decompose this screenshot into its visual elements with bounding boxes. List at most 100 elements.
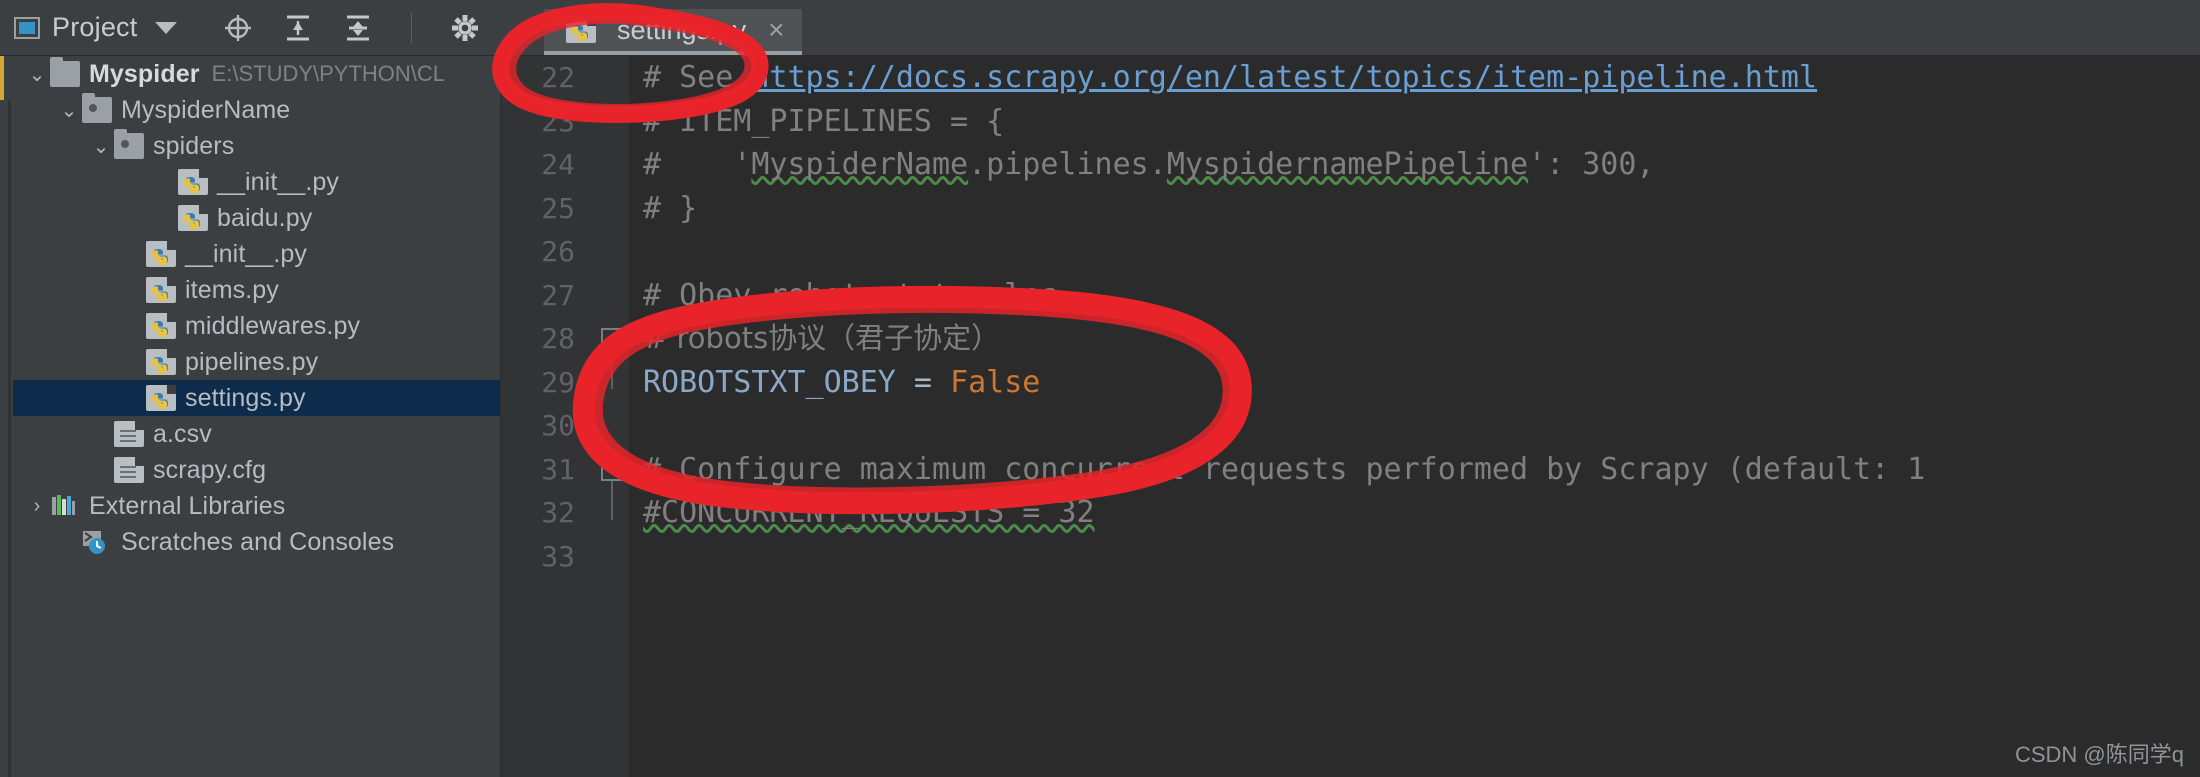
code-line[interactable]: # See https://docs.scrapy.org/en/latest/… <box>629 56 2200 100</box>
tree-item--init-py[interactable]: ›__init__.py <box>0 164 500 200</box>
editor-tab-settings-py[interactable]: settings.py × <box>544 9 803 55</box>
code-line[interactable]: # robots协议（君子协定） <box>629 317 2200 361</box>
code-line[interactable]: # 'MyspiderName.pipelines.MyspidernamePi… <box>629 143 2200 187</box>
tree-item-settings-py[interactable]: ›settings.py <box>0 380 500 416</box>
code-token: MyspiderName <box>751 147 969 182</box>
tree-item-scratches-and-consoles[interactable]: ›Scratches and Consoles <box>0 524 500 560</box>
tree-item-label: baidu.py <box>217 203 313 232</box>
tree-item--init-py[interactable]: ›__init__.py <box>0 236 500 272</box>
code-line[interactable]: ROBOTSTXT_OBEY = False <box>629 361 2200 405</box>
fold-slot[interactable] <box>589 361 629 405</box>
tree-item-label: __init__.py <box>185 239 308 268</box>
code-line[interactable]: # ITEM_PIPELINES = { <box>629 100 2200 144</box>
tree-expand-chevron[interactable]: ⌄ <box>24 62 50 87</box>
fold-slot[interactable] <box>589 230 629 274</box>
editor-tab-row: settings.py × <box>500 0 2200 56</box>
code-line[interactable]: #CONCURRENT_REQUESTS = 32 <box>629 491 2200 535</box>
scrollbar-track[interactable] <box>8 100 11 777</box>
python-file-icon <box>146 277 176 303</box>
line-number: 28 <box>541 322 575 355</box>
fold-collapse-icon[interactable] <box>601 458 623 481</box>
code-token: # ' <box>643 147 752 182</box>
fold-slot[interactable] <box>589 274 629 318</box>
editor-tab-label: settings.py <box>617 14 747 45</box>
csdn-watermark: CSDN @陈同学q <box>2014 742 2184 767</box>
code-token: = <box>895 364 951 400</box>
fold-collapse-icon[interactable] <box>601 328 623 350</box>
tree-item-label: Scratches and Consoles <box>121 527 395 556</box>
code-token: ROBOTSTXT_OBEY <box>643 364 896 400</box>
tree-item-a-csv[interactable]: ›a.csv <box>0 416 500 452</box>
document-icon <box>114 457 144 483</box>
fold-slot[interactable] <box>589 187 629 231</box>
project-path: E:\STUDY\PYTHON\CL <box>211 61 446 86</box>
tree-expand-chevron[interactable]: ⌄ <box>88 134 114 159</box>
tree-item-label: __init__.py <box>217 167 340 196</box>
strip-accent <box>0 56 4 100</box>
collapse-all-icon[interactable] <box>343 13 373 43</box>
tree-item-myspider[interactable]: ⌄ Myspider E:\STUDY\PYTHON\CL <box>0 56 500 92</box>
locate-icon[interactable] <box>223 13 253 43</box>
project-toolwindow-header: Project <box>0 0 500 56</box>
tree-item-external-libraries[interactable]: › External Libraries <box>0 488 500 524</box>
main-area: ⌄ Myspider E:\STUDY\PYTHON\CL ⌄ MyspiderName… <box>0 56 2200 777</box>
code-text-area[interactable]: # See https://docs.scrapy.org/en/latest/… <box>629 56 2200 777</box>
tree-item-baidu-py[interactable]: ›baidu.py <box>0 200 500 236</box>
code-token: False <box>950 364 1041 400</box>
code-folding-column[interactable] <box>589 56 629 777</box>
code-token: # } <box>643 190 698 226</box>
fold-slot[interactable] <box>589 56 629 100</box>
code-line[interactable]: # Obey robots.txt rules <box>629 274 2200 318</box>
tree-item-pipelines-py[interactable]: ›pipelines.py <box>0 344 500 380</box>
tree-item-middlewares-py[interactable]: ›middlewares.py <box>0 308 500 344</box>
folder-icon <box>50 57 80 87</box>
line-number: 30 <box>541 409 575 442</box>
code-token: #CONCURRENT_REQUESTS = 32 <box>643 495 1095 530</box>
code-editor[interactable]: 22 23 24 25 26 27 28 29 30 31 32 33 # See https://d… <box>501 56 2200 777</box>
chevron-down-icon[interactable] <box>155 21 178 34</box>
line-number: 27 <box>541 278 575 312</box>
top-bar: Project settings.py × <box>0 0 2200 56</box>
fold-region-line <box>611 480 613 520</box>
fold-slot[interactable] <box>589 100 629 144</box>
settings-gear-icon[interactable] <box>450 13 480 43</box>
code-token: # robots协议（君子协定） <box>643 321 1001 355</box>
python-file-icon <box>146 241 176 267</box>
line-number: 22 <box>541 61 575 94</box>
tree-item-myspidername[interactable]: ⌄ MyspiderName <box>0 92 500 128</box>
fold-slot[interactable] <box>589 404 629 448</box>
code-token: # Obey robots.txt rules <box>643 277 1059 313</box>
tree-item-spiders[interactable]: ⌄ spiders <box>0 128 500 164</box>
line-number: 25 <box>541 191 575 225</box>
line-number: 33 <box>541 539 575 573</box>
python-file-icon <box>146 349 176 375</box>
code-line[interactable]: # } <box>629 187 2200 231</box>
toolbar-divider <box>411 12 413 43</box>
expand-all-icon[interactable] <box>283 13 313 43</box>
tree-item-label: pipelines.py <box>185 347 319 376</box>
project-window-icon <box>14 16 40 39</box>
tree-expand-chevron[interactable]: › <box>24 495 50 518</box>
code-line[interactable] <box>629 404 2200 448</box>
code-line[interactable] <box>629 535 2200 579</box>
code-line[interactable] <box>629 230 2200 274</box>
fold-slot[interactable] <box>589 535 629 579</box>
scratches-icon <box>82 529 112 555</box>
project-tree-panel[interactable]: ⌄ Myspider E:\STUDY\PYTHON\CL ⌄ MyspiderName… <box>0 56 501 777</box>
code-token: # See <box>643 60 752 95</box>
code-token: MyspidernamePipeline <box>1166 147 1529 182</box>
tree-item-scrapy-cfg[interactable]: ›scrapy.cfg <box>0 452 500 488</box>
code-token: ': 300, <box>1528 147 1655 182</box>
fold-slot[interactable] <box>589 491 629 535</box>
close-icon[interactable]: × <box>768 16 784 44</box>
python-file-icon <box>566 17 596 43</box>
tree-item-items-py[interactable]: ›items.py <box>0 272 500 308</box>
python-file-icon <box>146 385 176 411</box>
code-line[interactable]: # Configure maximum concurrent requests … <box>629 448 2200 492</box>
tree-item-label: items.py <box>185 275 279 304</box>
project-tree[interactable]: ⌄ Myspider E:\STUDY\PYTHON\CL ⌄ MyspiderName… <box>0 56 500 560</box>
fold-slot[interactable] <box>589 143 629 187</box>
tree-expand-chevron[interactable]: ⌄ <box>56 98 82 123</box>
line-number-gutter: 22 23 24 25 26 27 28 29 30 31 32 33 <box>501 56 589 777</box>
line-number: 23 <box>541 104 575 138</box>
